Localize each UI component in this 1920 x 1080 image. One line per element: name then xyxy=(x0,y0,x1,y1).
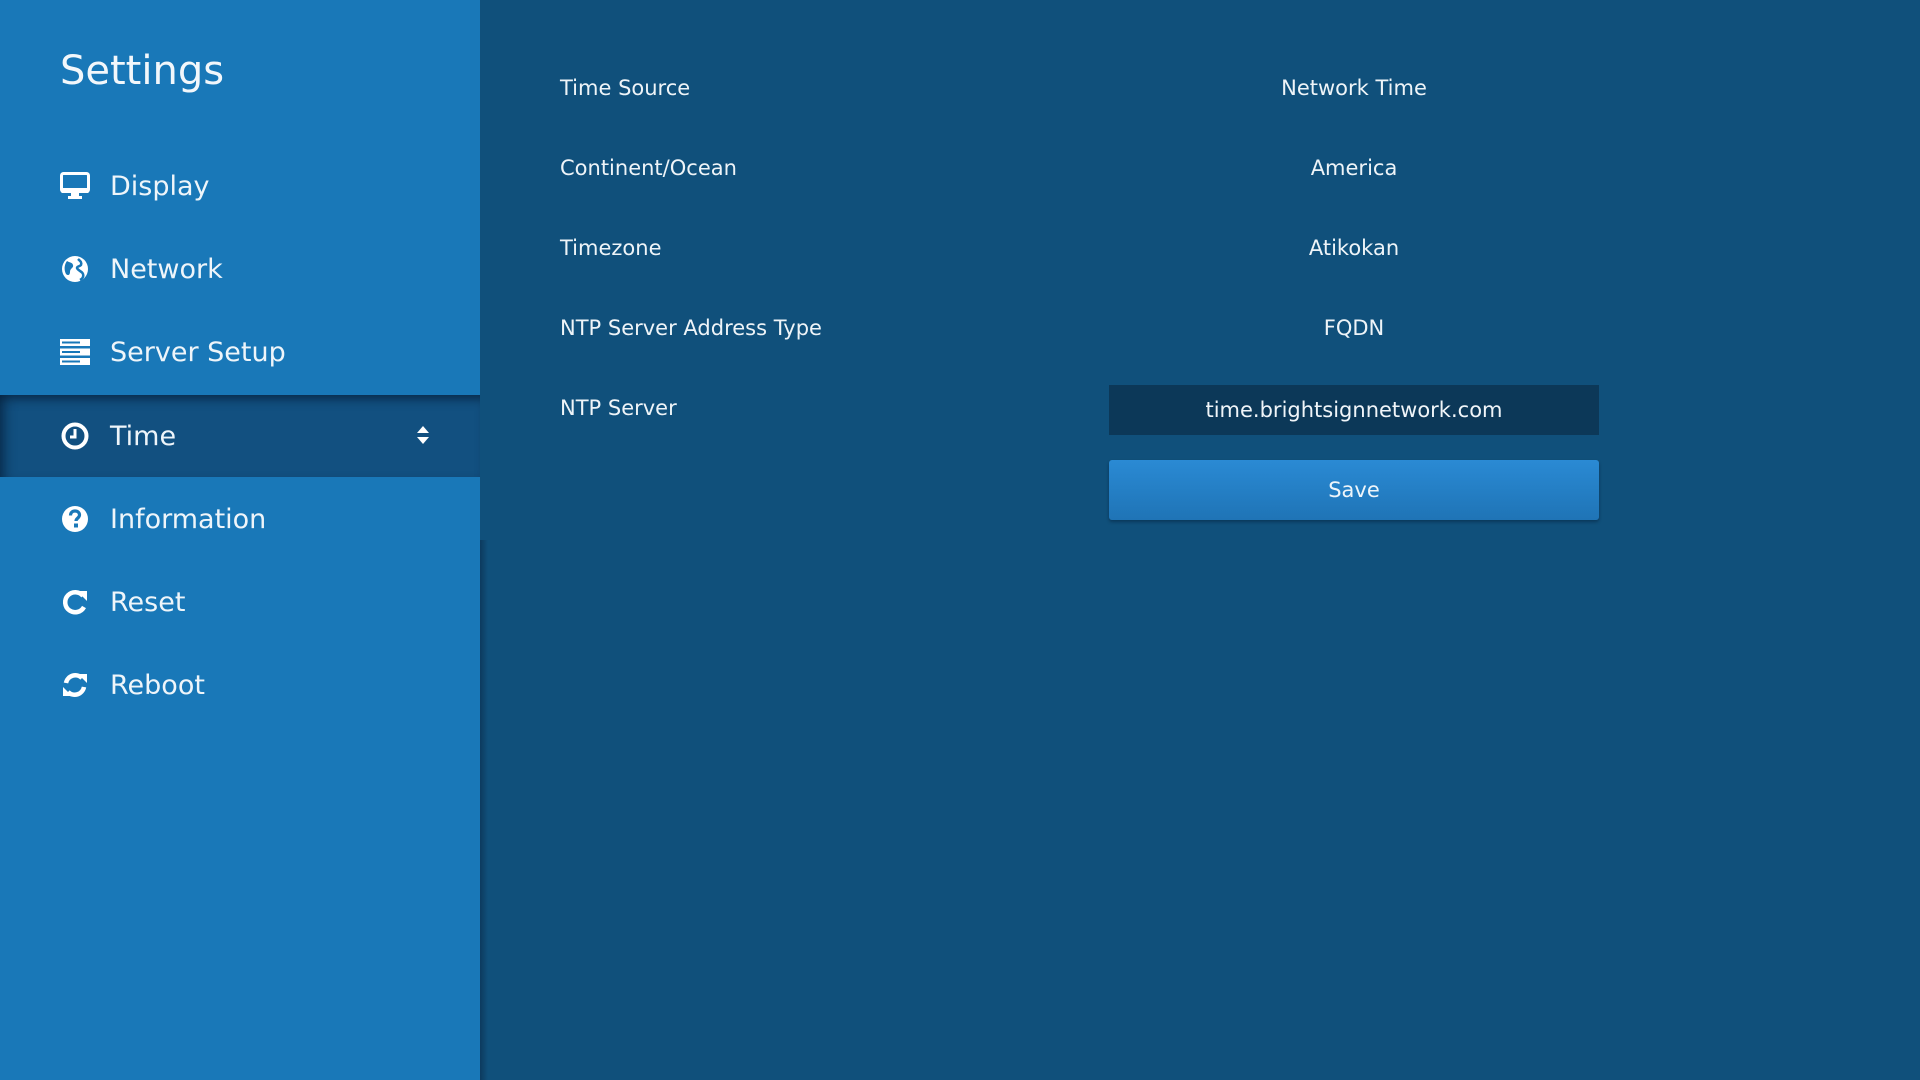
clock-icon xyxy=(60,421,90,451)
sidebar-shadow xyxy=(480,540,488,1080)
sidebar-item-reboot[interactable]: Reboot xyxy=(0,644,480,726)
time-source-select[interactable]: Network Time xyxy=(1109,76,1599,100)
sidebar-item-server-setup[interactable]: Server Setup xyxy=(0,311,480,393)
sort-arrows-icon xyxy=(416,425,432,447)
save-button[interactable]: Save xyxy=(1109,460,1599,520)
sidebar-item-label: Network xyxy=(110,253,223,285)
sidebar-item-network[interactable]: Network xyxy=(0,228,480,310)
sidebar-item-label: Information xyxy=(110,503,267,535)
question-circle-icon xyxy=(60,504,90,534)
sidebar-item-label: Reset xyxy=(110,586,186,618)
continent-ocean-label: Continent/Ocean xyxy=(560,156,737,180)
page-title: Settings xyxy=(60,48,225,94)
monitor-icon xyxy=(60,171,90,201)
sidebar-item-time[interactable]: Time xyxy=(0,395,480,477)
sidebar: Settings Display Network Server Setup Ti… xyxy=(0,0,480,1080)
redo-icon xyxy=(60,587,90,617)
timezone-label: Timezone xyxy=(560,236,662,260)
timezone-select[interactable]: Atikokan xyxy=(1109,236,1599,260)
sidebar-item-information[interactable]: Information xyxy=(0,478,480,560)
ntp-address-type-select[interactable]: FQDN xyxy=(1109,316,1599,340)
ntp-address-type-label: NTP Server Address Type xyxy=(560,316,822,340)
ntp-server-label: NTP Server xyxy=(560,396,677,420)
time-source-label: Time Source xyxy=(560,76,691,100)
sidebar-item-label: Server Setup xyxy=(110,336,286,368)
globe-icon xyxy=(60,254,90,284)
ntp-server-input[interactable] xyxy=(1109,385,1599,435)
sidebar-item-label: Time xyxy=(110,420,177,452)
sidebar-item-label: Display xyxy=(110,170,210,202)
refresh-icon xyxy=(60,670,90,700)
server-icon xyxy=(60,337,90,367)
sidebar-item-label: Reboot xyxy=(110,669,205,701)
sidebar-item-display[interactable]: Display xyxy=(0,145,480,227)
continent-ocean-select[interactable]: America xyxy=(1109,156,1599,180)
sidebar-item-reset[interactable]: Reset xyxy=(0,561,480,643)
